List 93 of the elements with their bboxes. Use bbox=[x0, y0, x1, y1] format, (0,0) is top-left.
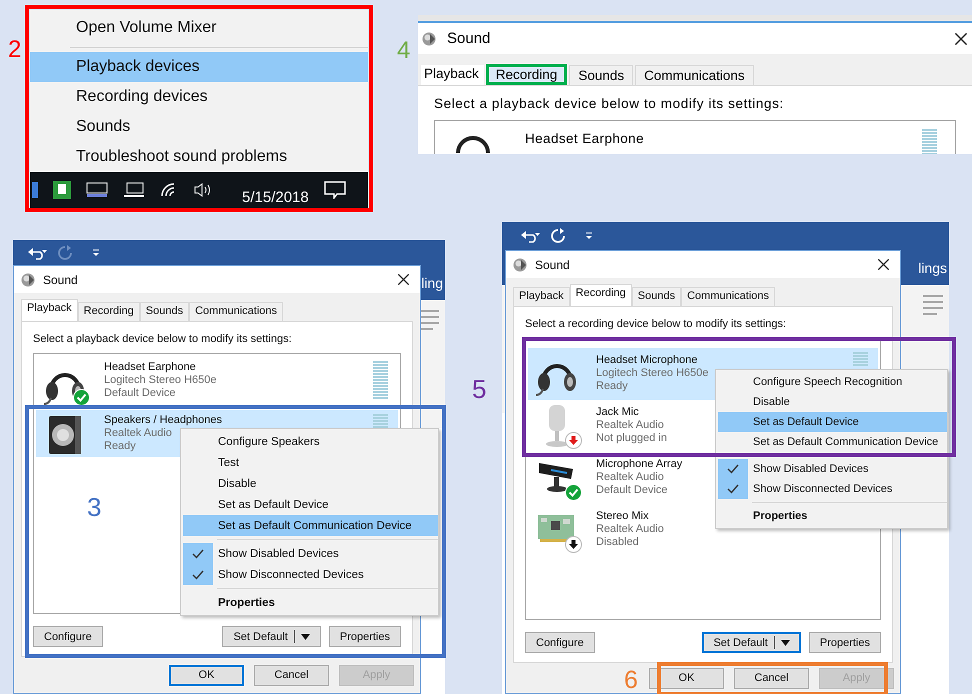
window-title: Sound bbox=[535, 258, 570, 272]
headset-icon bbox=[455, 135, 491, 153]
menu-item[interactable]: Show Disabled Devices bbox=[183, 543, 438, 564]
redo-icon bbox=[550, 228, 566, 244]
instruction-text: Select a recording device below to modify its settings: bbox=[525, 318, 788, 330]
close-icon bbox=[397, 273, 410, 286]
menu-item[interactable]: Open Volume Mixer bbox=[30, 13, 368, 43]
tab[interactable]: Sounds bbox=[569, 65, 634, 85]
instruction-text: Select a playback device below to modify its settings: bbox=[33, 333, 293, 345]
ribbon-tab-label: ling bbox=[421, 274, 444, 290]
dialog-button[interactable]: Configure bbox=[33, 626, 103, 647]
device-status: Disabled bbox=[596, 536, 640, 549]
menu-item[interactable]: Properties bbox=[718, 506, 947, 526]
instruction-text: Select a playback device below to modify its settings: bbox=[434, 96, 785, 111]
dialog-button[interactable]: Properties bbox=[328, 626, 401, 647]
menu-item[interactable]: Test bbox=[183, 452, 438, 473]
menu-item[interactable]: Disable bbox=[183, 473, 438, 494]
tab[interactable]: Recording bbox=[78, 302, 140, 321]
tab[interactable]: Recording bbox=[486, 64, 568, 85]
laptop-icon bbox=[123, 182, 145, 198]
undo-icon bbox=[520, 229, 540, 243]
device-status: Default Device bbox=[104, 387, 177, 400]
dialog-button[interactable]: Configure bbox=[525, 632, 595, 653]
device-status: Ready bbox=[596, 380, 629, 393]
menu-item[interactable]: Set as Default Communication Device bbox=[718, 432, 947, 452]
tab[interactable]: Sounds bbox=[140, 302, 190, 321]
speaker-icon bbox=[20, 272, 36, 288]
step-number: 6 bbox=[624, 668, 638, 693]
tab[interactable]: Communications bbox=[189, 302, 284, 321]
window-title: Sound bbox=[43, 272, 78, 286]
menu-item[interactable]: Recording devices bbox=[30, 82, 368, 112]
list-icon bbox=[921, 293, 945, 315]
menu-item[interactable]: Set as Default Communication Device bbox=[183, 515, 438, 536]
step-number: 4 bbox=[397, 39, 410, 63]
device-driver: Realtek Audio bbox=[596, 523, 664, 536]
taskbar-date: 5/15/2018 bbox=[242, 189, 309, 208]
device-driver: Logitech Stereo H650e bbox=[104, 374, 217, 387]
customize-icon bbox=[91, 248, 101, 258]
redo-icon bbox=[57, 244, 73, 260]
step-number: 5 bbox=[472, 376, 486, 402]
ribbon-tab-label: lings bbox=[918, 260, 948, 276]
dialog-button[interactable]: OK bbox=[649, 668, 724, 688]
device-name: Stereo Mix bbox=[596, 510, 650, 523]
device-name: Headset Earphone bbox=[525, 131, 644, 146]
tab[interactable]: Playback bbox=[21, 299, 78, 321]
tab[interactable]: Playback bbox=[513, 287, 570, 306]
window-title: Sound bbox=[447, 30, 490, 47]
menu-item[interactable]: Properties bbox=[183, 592, 438, 613]
menu-item[interactable]: Show Disconnected Devices bbox=[183, 564, 438, 585]
device-row[interactable]: Headset Earphone Logitech Stereo H650e Default Device bbox=[36, 357, 398, 404]
speaker-icon bbox=[421, 30, 437, 46]
device-name: Headset Microphone bbox=[596, 354, 699, 367]
device-driver: Realtek Audio bbox=[104, 427, 173, 440]
monitor-icon bbox=[86, 182, 108, 198]
volume-icon bbox=[193, 182, 213, 198]
notification-icon bbox=[324, 181, 346, 199]
device-name: Jack Mic bbox=[596, 406, 640, 419]
menu-item[interactable]: Show Disabled Devices bbox=[718, 459, 947, 479]
device-name: Headset Earphone bbox=[104, 361, 197, 374]
dialog-button[interactable]: Cancel bbox=[254, 664, 329, 686]
menu-item[interactable]: Show Disconnected Devices bbox=[718, 479, 947, 499]
undo-icon bbox=[27, 246, 47, 260]
menu-item[interactable]: Set as Default Device bbox=[183, 494, 438, 515]
close-icon bbox=[877, 258, 890, 271]
tab[interactable]: Sounds bbox=[632, 287, 682, 306]
menu-item[interactable]: Playback devices bbox=[30, 52, 368, 82]
tab[interactable]: Communications bbox=[681, 287, 776, 306]
device-driver: Realtek Audio bbox=[596, 419, 665, 432]
caret-icon bbox=[300, 634, 310, 640]
dialog-button[interactable]: Cancel bbox=[734, 668, 809, 688]
menu-item[interactable]: Troubleshoot sound problems bbox=[30, 142, 368, 172]
close-icon bbox=[954, 32, 968, 46]
tab[interactable]: Communications bbox=[635, 65, 754, 85]
customize-icon bbox=[584, 231, 594, 241]
menu-item[interactable]: Set as Default Device bbox=[718, 412, 947, 432]
device-status: Default Device bbox=[596, 484, 669, 497]
dialog-button[interactable]: Properties bbox=[808, 632, 881, 653]
tab[interactable]: Recording bbox=[570, 284, 632, 306]
menu-item[interactable]: Sounds bbox=[30, 112, 368, 142]
device-name: Microphone Array bbox=[596, 458, 682, 471]
menu-item[interactable]: Configure Speakers bbox=[183, 431, 438, 452]
tab[interactable]: Playback bbox=[421, 65, 484, 85]
speaker-icon bbox=[512, 256, 528, 272]
device-driver: Logitech Stereo H650e bbox=[596, 367, 709, 380]
step-number: 3 bbox=[87, 494, 102, 520]
device-status: Not plugged in bbox=[596, 432, 667, 445]
device-driver: Realtek Audio bbox=[596, 471, 665, 484]
step-number: 2 bbox=[8, 38, 22, 62]
caret-icon bbox=[780, 640, 790, 646]
dialog-button[interactable]: OK bbox=[169, 664, 244, 686]
split-button[interactable]: Set Default bbox=[702, 632, 801, 653]
split-button[interactable]: Set Default bbox=[222, 626, 321, 647]
device-name: Speakers / Headphones bbox=[104, 414, 222, 427]
